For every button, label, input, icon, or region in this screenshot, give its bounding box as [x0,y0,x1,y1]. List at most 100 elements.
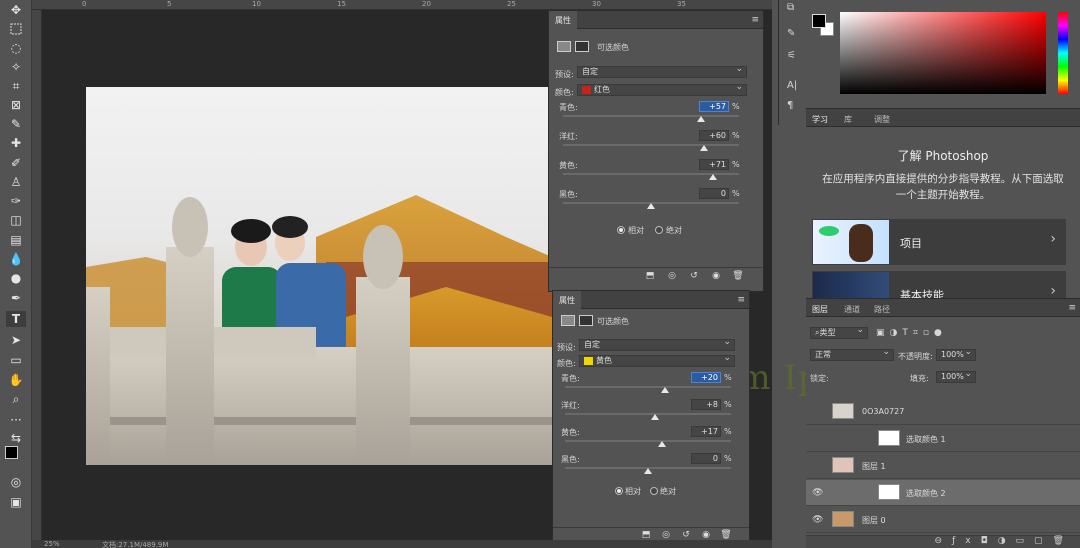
visibility-icon[interactable]: ◉ [709,271,723,283]
tab-adjustments[interactable]: 调整 [874,114,890,125]
learn-card-basics[interactable]: 基本技能 › [812,271,1066,299]
slider-track[interactable] [565,386,731,388]
default-colors-icon[interactable]: ⇆ [6,430,26,446]
slider-value-input[interactable]: +71 [699,159,729,170]
panel-menu-icon[interactable]: ≡ [1068,303,1076,313]
slider-thumb[interactable] [650,414,659,420]
color-select[interactable]: 黄色 [579,353,735,367]
slider-thumb[interactable] [660,387,669,393]
tab-learn[interactable]: 学习 [812,114,828,125]
tab-paths[interactable]: 路径 [874,304,890,315]
learn-card-projects[interactable]: 项目 › [812,219,1066,265]
eraser-tool-icon[interactable]: ◫ [6,212,26,228]
move-tool-icon[interactable]: ✥ [6,2,26,18]
slider-value-input[interactable]: +57 [699,101,729,112]
slider-thumb[interactable] [658,441,667,447]
properties-tab[interactable]: 属性 [549,11,577,29]
mask-icon[interactable] [575,41,589,52]
layer-filter-select[interactable]: ⌕类型 [810,325,868,339]
reset-icon[interactable]: ↺ [687,271,701,283]
slider-track[interactable] [565,440,731,442]
preset-select[interactable]: 自定 [577,64,747,78]
slider-value-input[interactable]: +60 [699,130,729,141]
eye-icon[interactable] [812,461,824,471]
slider-track[interactable] [565,413,731,415]
character-icon[interactable]: A| [787,80,797,91]
crop-tool-icon[interactable]: ⌗ [6,78,26,94]
foreground-color-swatch[interactable] [5,446,18,459]
more-tools-icon[interactable]: ··· [6,412,26,428]
opacity-input[interactable]: 100% [936,347,976,361]
magic-wand-tool-icon[interactable]: ✧ [6,59,26,75]
path-selection-tool-icon[interactable]: ➤ [6,332,26,348]
color-field[interactable] [840,12,1046,94]
document-image[interactable] [86,87,552,465]
layers-footer-icons[interactable]: ⊖ƒx◘◑▭▢🗑 [806,535,1080,548]
tab-layers[interactable]: 图层 [812,304,828,315]
fill-input[interactable]: 100% [936,369,976,383]
delete-icon[interactable]: 🗑 [731,271,745,283]
relative-radio[interactable] [615,487,623,495]
slider-value-input[interactable]: 0 [691,453,721,464]
rectangle-tool-icon[interactable]: ▭ [6,352,26,368]
slider-thumb[interactable] [644,468,652,474]
hue-slider[interactable] [1058,12,1068,94]
screen-mode-icon[interactable]: ▣ [6,494,26,510]
eye-icon[interactable] [812,407,824,417]
slider-thumb[interactable] [647,203,655,209]
layer-row[interactable]: 选取颜色 1 [806,426,1080,452]
slider-value-input[interactable]: +8 [691,399,721,410]
brush-settings-icon[interactable]: ✎ [787,28,795,39]
panel-menu-icon[interactable]: ≡ [737,295,745,305]
type-tool-icon[interactable]: T [6,311,26,327]
quick-mask-icon[interactable]: ◎ [6,474,26,490]
pen-tool-icon[interactable]: ✒ [6,290,26,306]
history-brush-tool-icon[interactable]: ✑ [6,193,26,209]
layer-row[interactable]: 0O3A0727 [806,399,1080,425]
view-previous-icon[interactable]: ◎ [665,271,679,283]
slider-thumb[interactable] [699,145,708,151]
frame-tool-icon[interactable]: ⊠ [6,97,26,113]
layer-row[interactable]: 👁 选取颜色 2 [806,480,1080,506]
paragraph-icon[interactable]: ¶ [787,100,793,111]
lasso-tool-icon[interactable]: ◌ [6,40,26,56]
healing-brush-tool-icon[interactable]: ✚ [6,135,26,151]
history-icon[interactable]: ⧉ [787,2,794,13]
tab-libraries[interactable]: 库 [844,114,852,125]
layer-filter-icons[interactable]: ▣◑T⌗▫● [876,328,947,338]
hand-tool-icon[interactable]: ✋ [6,372,26,388]
clip-to-layer-icon[interactable]: ⬒ [643,271,657,283]
eyedropper-tool-icon[interactable]: ✎ [6,116,26,132]
layer-row[interactable]: 图层 1 [806,453,1080,479]
absolute-radio[interactable] [655,226,663,234]
eye-icon[interactable]: 👁 [812,515,824,525]
slider-thumb[interactable] [697,116,706,122]
blend-mode-select[interactable]: 正常 [810,347,894,361]
mask-icon[interactable] [579,315,593,326]
slider-track[interactable] [563,144,739,146]
foreground-color-swatch[interactable] [812,14,826,28]
zoom-level[interactable]: 25% [44,540,60,548]
eye-icon[interactable]: 👁 [812,488,824,498]
blur-tool-icon[interactable]: 💧 [6,251,26,267]
panel-menu-icon[interactable]: ≡ [751,15,759,25]
absolute-radio[interactable] [650,487,658,495]
slider-value-input[interactable]: 0 [699,188,729,199]
gradient-tool-icon[interactable]: ▤ [6,232,26,248]
slider-track[interactable] [563,115,739,117]
layer-row[interactable]: 👁 图层 0 [806,507,1080,533]
brush-tool-icon[interactable]: ✐ [6,155,26,171]
eye-icon[interactable] [812,434,824,444]
clone-stamp-tool-icon[interactable]: ♙ [6,174,26,190]
slider-thumb[interactable] [709,174,718,180]
color-select[interactable]: 红色 [577,82,747,96]
relative-radio[interactable] [617,226,625,234]
adjustments-icon[interactable]: ⚟ [787,50,796,61]
preset-select[interactable]: 自定 [579,337,735,351]
marquee-tool-icon[interactable] [6,21,26,37]
dodge-tool-icon[interactable]: ● [6,270,26,286]
slider-value-input[interactable]: +17 [691,426,721,437]
tab-channels[interactable]: 通道 [844,304,860,315]
properties-tab[interactable]: 属性 [553,291,581,309]
zoom-tool-icon[interactable]: ⌕ [6,391,26,407]
